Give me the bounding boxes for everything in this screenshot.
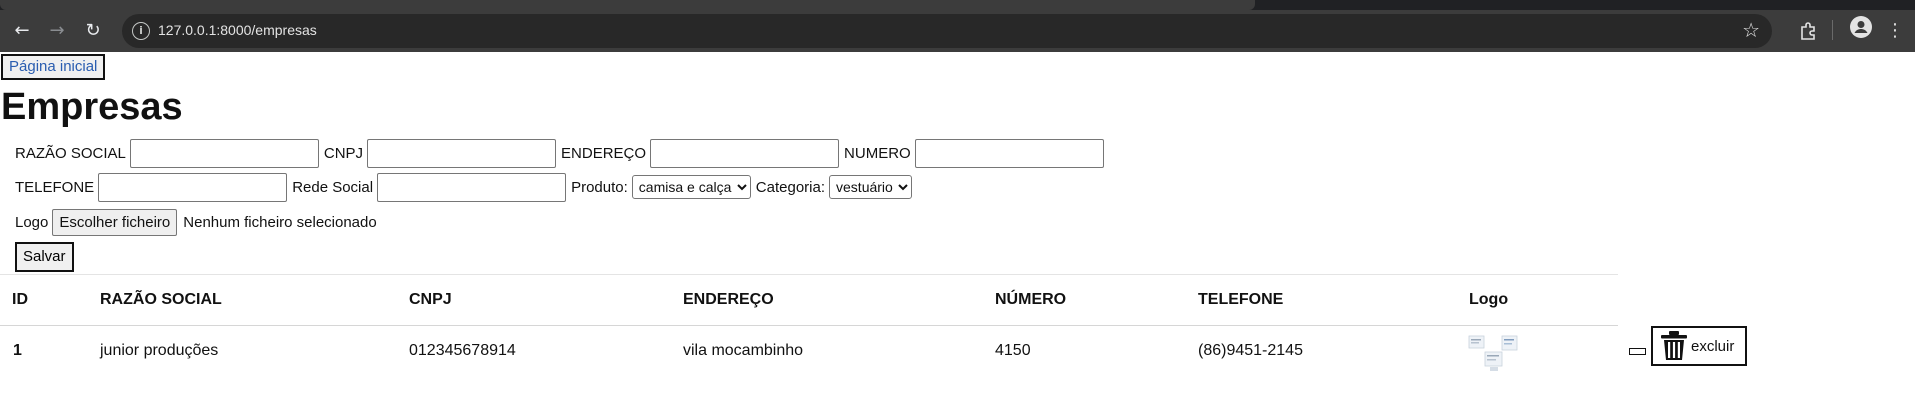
delete-label: excluir — [1691, 337, 1735, 355]
browser-toolbar: ← → ↻ i 127.0.0.1:8000/empresas ☆ ⋮ — [0, 10, 1915, 52]
profile-icon[interactable] — [1850, 16, 1872, 38]
produto-select[interactable]: camisa e calça — [631, 175, 751, 199]
minus-icon[interactable] — [1629, 348, 1646, 355]
cnpj-label: CNPJ — [323, 144, 364, 162]
forward-arrow-icon[interactable]: → — [44, 18, 70, 44]
site-info-icon[interactable]: i — [132, 22, 150, 40]
page-content: Página inicial Empresas RAZÃO SOCIAL CNP… — [0, 52, 1915, 408]
endereco-input[interactable] — [650, 138, 840, 168]
header-endereco: ENDEREÇO — [683, 291, 774, 308]
active-tab[interactable] — [0, 0, 1255, 10]
rede-social-input[interactable] — [377, 172, 567, 202]
header-id: ID — [12, 291, 28, 308]
address-bar[interactable]: i 127.0.0.1:8000/empresas ☆ — [122, 14, 1772, 48]
header-logo: Logo — [1469, 291, 1509, 308]
cell-id: 1 — [13, 342, 22, 359]
logo-thumbnail — [1468, 334, 1520, 372]
form-row-3: Logo Escolher ficheiro Nenhum ficheiro s… — [15, 207, 377, 237]
header-telefone: TELEFONE — [1198, 291, 1284, 308]
numero-label: NUMERO — [844, 144, 911, 162]
browser-chrome: ← → ↻ i 127.0.0.1:8000/empresas ☆ ⋮ — [0, 0, 1915, 52]
form-row-2: TELEFONE Rede Social Produto: camisa e c… — [15, 172, 917, 202]
more-menu-icon[interactable]: ⋮ — [1885, 18, 1905, 44]
telefone-input[interactable] — [98, 172, 288, 202]
header-numero: NÚMERO — [995, 291, 1067, 308]
categoria-select[interactable]: vestuário — [829, 175, 913, 199]
razao-social-input[interactable] — [129, 138, 319, 168]
form-row-1: RAZÃO SOCIAL CNPJ ENDEREÇO NUMERO — [15, 138, 1109, 168]
logo-label: Logo — [15, 213, 49, 231]
numero-input[interactable] — [914, 138, 1104, 168]
header-razao-social: RAZÃO SOCIAL — [100, 291, 222, 308]
toolbar-divider — [1832, 20, 1833, 40]
extensions-icon[interactable] — [1795, 18, 1821, 49]
telefone-label: TELEFONE — [15, 178, 95, 196]
categoria-label: Categoria: — [755, 178, 826, 196]
reload-icon[interactable]: ↻ — [80, 18, 106, 44]
endereco-label: ENDEREÇO — [561, 144, 647, 162]
home-link-button[interactable]: Página inicial — [1, 54, 106, 80]
header-cnpj: CNPJ — [409, 291, 452, 308]
cell-telefone: (86)9451-2145 — [1198, 342, 1303, 359]
cell-numero: 4150 — [995, 342, 1031, 359]
back-arrow-icon[interactable]: ← — [9, 18, 35, 44]
cnpj-input[interactable] — [367, 138, 557, 168]
produto-label: Produto: — [571, 178, 628, 196]
file-status-text: Nenhum ficheiro selecionado — [183, 213, 377, 231]
table-header: ID RAZÃO SOCIAL CNPJ ENDEREÇO NÚMERO TEL… — [0, 274, 1618, 326]
page-title: Empresas — [1, 86, 183, 128]
cell-razao-social: junior produções — [100, 342, 219, 359]
choose-file-button[interactable]: Escolher ficheiro — [52, 208, 178, 236]
trash-icon — [1661, 331, 1687, 360]
save-button[interactable]: Salvar — [15, 242, 74, 272]
cell-endereco: vila mocambinho — [683, 342, 804, 359]
bookmark-star-icon[interactable]: ☆ — [1742, 18, 1760, 42]
cell-cnpj: 012345678914 — [409, 342, 516, 359]
rede-social-label: Rede Social — [292, 178, 374, 196]
razao-social-label: RAZÃO SOCIAL — [15, 144, 126, 162]
url-text[interactable]: 127.0.0.1:8000/empresas — [158, 22, 317, 38]
delete-button[interactable]: excluir — [1651, 326, 1747, 366]
tab-strip — [0, 0, 1915, 10]
